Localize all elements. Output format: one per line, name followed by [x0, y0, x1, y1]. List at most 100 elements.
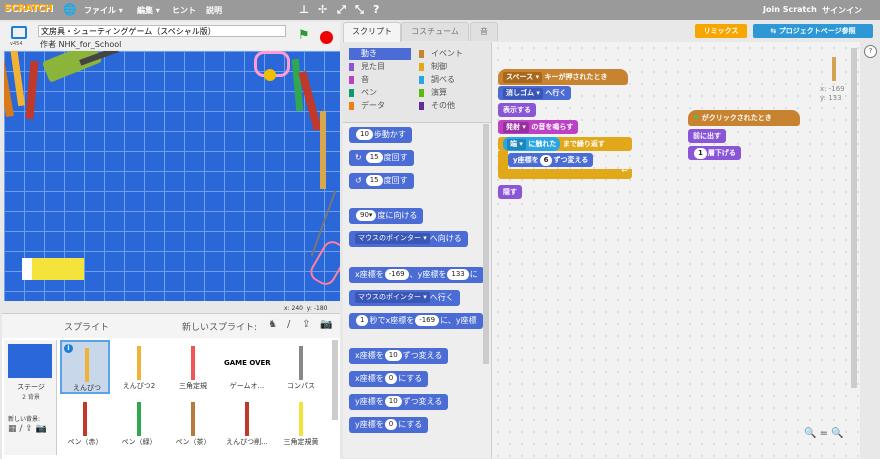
sprite-tile[interactable]: ペン（赤） — [60, 396, 110, 450]
menu-about[interactable]: 説明 — [206, 5, 222, 16]
choose-sprite-icon[interactable]: ♞ — [268, 319, 277, 330]
help-icon[interactable]: ? — [373, 3, 379, 16]
change-y-value[interactable]: 6 — [539, 154, 553, 166]
x-value[interactable]: -169 — [384, 269, 409, 280]
menu-hint[interactable]: ヒント — [172, 5, 196, 16]
scratch-logo[interactable]: SCRATCH — [4, 3, 53, 14]
sprite-info-icon[interactable]: i — [64, 344, 73, 353]
tab-costumes[interactable]: コスチューム — [401, 22, 469, 41]
dx-value[interactable]: 10 — [384, 350, 402, 361]
target-dropdown[interactable]: マウスのポインター ▾ — [355, 233, 430, 244]
stage-thumbnail[interactable]: ステージ 2 背景 新しい背景: ▦ / ⇪ 📷 — [4, 340, 57, 455]
sprite-tile[interactable]: えんぴつ2 — [114, 340, 164, 394]
sprite-tile[interactable]: えんぴつ i — [60, 340, 110, 394]
category-5[interactable]: イベント — [419, 48, 481, 60]
sprite-tile[interactable]: ペン（緑） — [114, 396, 164, 450]
sprite-tile[interactable]: GAME OVER ゲームオ... — [222, 340, 272, 394]
x-value[interactable]: -169 — [415, 315, 440, 326]
change-y-block[interactable]: y座標を 6 ずつ変える — [508, 153, 594, 167]
steps-value[interactable]: 10 — [356, 129, 373, 140]
repeat-until-block[interactable]: 端 ▾ に触れた まで繰り返す y座標を 6 ずつ変える ↩ — [498, 137, 632, 185]
grow-icon[interactable]: ⤢ — [337, 3, 346, 17]
set-y-block[interactable]: y座標を 0 にする — [349, 417, 429, 433]
new-backdrop-icons[interactable]: ▦ / ⇪ 📷 — [8, 424, 47, 434]
hide-block[interactable]: 隠す — [498, 185, 522, 199]
touching-condition[interactable]: 端 ▾ に触れた — [503, 137, 561, 151]
go-back-layers-block[interactable]: 1 層下げる — [688, 146, 741, 160]
globe-icon[interactable]: 🌐 — [63, 3, 77, 16]
camera-sprite-icon[interactable]: 📷 — [320, 319, 332, 330]
degrees-value[interactable]: 15 — [365, 175, 383, 186]
category-4[interactable]: データ — [349, 100, 411, 112]
shrink-icon[interactable]: ⤡ — [355, 3, 364, 17]
join-scratch-link[interactable]: Join Scratch — [763, 5, 817, 14]
secs-value[interactable]: 1 — [356, 315, 369, 326]
category-8[interactable]: 演算 — [419, 87, 481, 99]
y-value[interactable]: 133 — [447, 269, 469, 280]
category-1[interactable]: 見た目 — [349, 61, 411, 73]
category-6[interactable]: 制御 — [419, 61, 481, 73]
set-x-block[interactable]: x座標を 0 にする — [349, 371, 429, 387]
goto-target-dropdown[interactable]: 消しゴム ▾ — [503, 87, 543, 99]
go-to-front-block[interactable]: 前に出す — [688, 129, 726, 143]
project-title-field[interactable]: 文房具・シューティングゲーム（スペシャル版） — [38, 25, 286, 37]
sprite-tile[interactable]: コンパス — [276, 340, 326, 394]
key-dropdown[interactable]: スペース ▾ — [503, 71, 543, 83]
sprite-tile[interactable]: 三角定規黄 — [276, 396, 326, 450]
green-flag-icon[interactable]: ⚑ — [298, 28, 310, 43]
point-in-direction-block[interactable]: 90▾ 度に向ける — [349, 208, 424, 224]
tab-sounds[interactable]: 音 — [470, 22, 498, 41]
goto-block[interactable]: マウスのポインター ▾ へ行く — [349, 290, 460, 306]
glide-block[interactable]: 1 秒でx座標を -169 に、y座標 — [349, 313, 483, 329]
help-icon[interactable]: ? — [864, 45, 877, 58]
change-x-block[interactable]: x座標を 10 ずつ変える — [349, 348, 449, 364]
direction-value[interactable]: 90▾ — [356, 210, 377, 221]
sprites-scrollbar[interactable] — [332, 340, 338, 420]
category-3[interactable]: ペン — [349, 87, 411, 99]
paint-sprite-icon[interactable]: / — [287, 319, 290, 330]
touching-dropdown[interactable]: 端 ▾ — [507, 138, 526, 150]
duplicate-stamp-icon[interactable]: ⊥ — [299, 3, 309, 16]
script-area-scrollbar[interactable] — [851, 48, 857, 388]
when-flag-clicked-block[interactable]: ⚑ がクリックされたとき — [688, 110, 800, 126]
layers-value[interactable]: 1 — [694, 147, 707, 159]
when-key-pressed-block[interactable]: スペース ▾ キーが押されたとき — [498, 69, 628, 85]
stage-canvas[interactable] — [4, 51, 340, 301]
zoom-in-icon[interactable]: 🔍 — [831, 428, 843, 439]
sign-in-link[interactable]: サインイン — [822, 5, 862, 16]
point-towards-block[interactable]: マウスのポインター ▾ へ向ける — [349, 231, 468, 247]
dy-value[interactable]: 10 — [384, 396, 402, 407]
x-value[interactable]: 0 — [384, 373, 398, 384]
sprite-tile[interactable]: えんぴつ削... — [222, 396, 272, 450]
presentation-mode-icon[interactable] — [11, 26, 27, 39]
palette-scrollbar[interactable] — [483, 124, 489, 364]
zoom-out-icon[interactable]: 🔍 — [804, 428, 816, 439]
move-steps-block[interactable]: 10 歩動かす — [349, 127, 412, 143]
upload-sprite-icon[interactable]: ⇪ — [302, 319, 310, 330]
sprite-tile[interactable]: ペン（茶） — [168, 396, 218, 450]
goto-xy-block[interactable]: x座標を -169 、y座標を 133 に — [349, 267, 484, 283]
script-area[interactable]: スペース ▾ キーが押されたとき 消しゴム ▾ へ行く 表示する 発射 ▾ の音… — [492, 42, 860, 458]
category-0[interactable]: 動き — [349, 48, 411, 60]
y-value[interactable]: 0 — [384, 419, 398, 430]
stop-sign-icon[interactable] — [320, 31, 333, 44]
project-page-button[interactable]: ⇆ プロジェクトページ参照 — [753, 24, 873, 38]
menu-file[interactable]: ファイル ▾ — [84, 5, 123, 16]
change-y-block[interactable]: y座標を 10 ずつ変える — [349, 394, 449, 410]
goto-block[interactable]: 消しゴム ▾ へ行く — [498, 86, 572, 100]
sprite-tile[interactable]: 三角定規 — [168, 340, 218, 394]
remix-button[interactable]: リミックス — [695, 24, 747, 38]
degrees-value[interactable]: 15 — [365, 152, 383, 163]
zoom-reset-icon[interactable]: = — [820, 428, 828, 439]
sound-dropdown[interactable]: 発射 ▾ — [503, 121, 529, 133]
tab-scripts[interactable]: スクリプト — [343, 22, 401, 43]
category-9[interactable]: その他 — [419, 100, 481, 112]
turn-left-block[interactable]: ↺ 15 度回す — [349, 173, 414, 189]
category-2[interactable]: 音 — [349, 74, 411, 86]
delete-cut-icon[interactable]: ✢ — [318, 3, 327, 16]
target-dropdown[interactable]: マウスのポインター ▾ — [355, 292, 430, 303]
menu-edit[interactable]: 編集 ▾ — [137, 5, 160, 16]
show-block[interactable]: 表示する — [498, 103, 536, 117]
category-7[interactable]: 調べる — [419, 74, 481, 86]
play-sound-block[interactable]: 発射 ▾ の音を鳴らす — [498, 120, 579, 134]
